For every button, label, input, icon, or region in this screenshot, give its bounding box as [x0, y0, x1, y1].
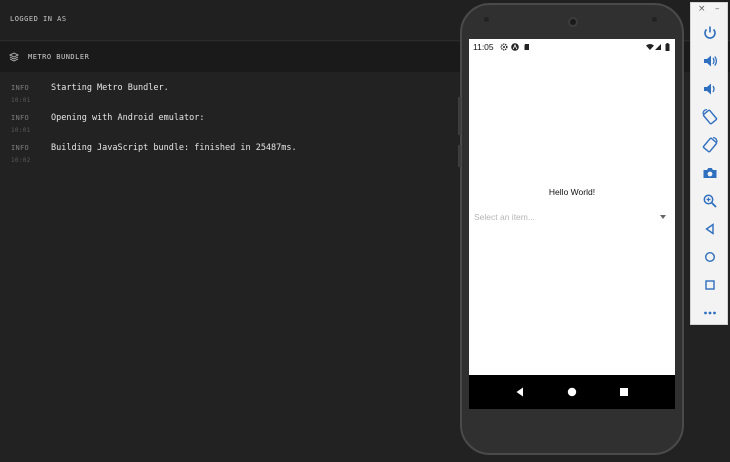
home-icon[interactable]: [700, 247, 720, 267]
log-timestamp: 10:01: [11, 97, 31, 104]
screenshot-icon[interactable]: [700, 163, 720, 183]
picker-placeholder: Select an item...: [474, 212, 535, 222]
earpiece-camera: [568, 17, 578, 27]
home-icon[interactable]: [564, 384, 580, 400]
panel-window-buttons: × –: [691, 3, 729, 19]
log-message: Building JavaScript bundle: finished in …: [51, 143, 297, 153]
emulator-control-panel: × –: [690, 2, 728, 325]
more-icon[interactable]: [700, 303, 720, 323]
log-timestamp: 10:01: [11, 127, 31, 134]
logged-in-label: LOGGED IN AS: [10, 15, 67, 23]
power-side-button: [458, 145, 461, 167]
log-message: Starting Metro Bundler.: [51, 83, 169, 93]
close-button[interactable]: ×: [698, 4, 706, 14]
app-content: Hello World! Select an item...: [469, 55, 675, 375]
signal-icon: [655, 44, 661, 50]
hello-world-text: Hello World!: [548, 187, 596, 197]
volume-up-icon[interactable]: [700, 51, 720, 71]
status-time: 11:05: [473, 42, 494, 52]
item-picker[interactable]: Select an item...: [474, 211, 670, 225]
back-icon[interactable]: [700, 219, 720, 239]
log-level: INFO: [11, 84, 30, 92]
log-level: INFO: [11, 114, 30, 122]
log-timestamp: 10:02: [11, 157, 31, 164]
rotate-right-icon[interactable]: [700, 135, 720, 155]
log-level: INFO: [11, 144, 30, 152]
wifi-icon: [646, 44, 654, 50]
sd-card-icon: [524, 44, 529, 50]
dropdown-caret-icon[interactable]: [660, 215, 666, 219]
volume-down-icon[interactable]: [700, 79, 720, 99]
android-status-bar: 11:05: [469, 39, 675, 55]
back-icon[interactable]: [512, 384, 528, 400]
power-icon[interactable]: [700, 23, 720, 43]
android-emulator-phone: 11:05 Hello World! Select an item...: [458, 3, 684, 455]
layers-icon: [9, 52, 19, 62]
android-nav-bar: [469, 375, 675, 409]
front-sensor-dot: [484, 17, 489, 22]
app-logo-icon: [511, 43, 519, 51]
log-message: Opening with Android emulator:: [51, 113, 205, 123]
zoom-icon[interactable]: [700, 191, 720, 211]
overview-icon[interactable]: [700, 275, 720, 295]
metro-bundler-title: METRO BUNDLER: [28, 53, 90, 61]
front-sensor-dot: [652, 17, 657, 22]
phone-screen[interactable]: 11:05 Hello World! Select an item...: [469, 39, 675, 409]
volume-side-button: [458, 97, 461, 135]
minimize-button[interactable]: –: [715, 4, 720, 14]
rotate-left-icon[interactable]: [700, 107, 720, 127]
gear-icon: [500, 43, 508, 51]
battery-icon: [665, 43, 670, 51]
recents-icon[interactable]: [616, 384, 632, 400]
